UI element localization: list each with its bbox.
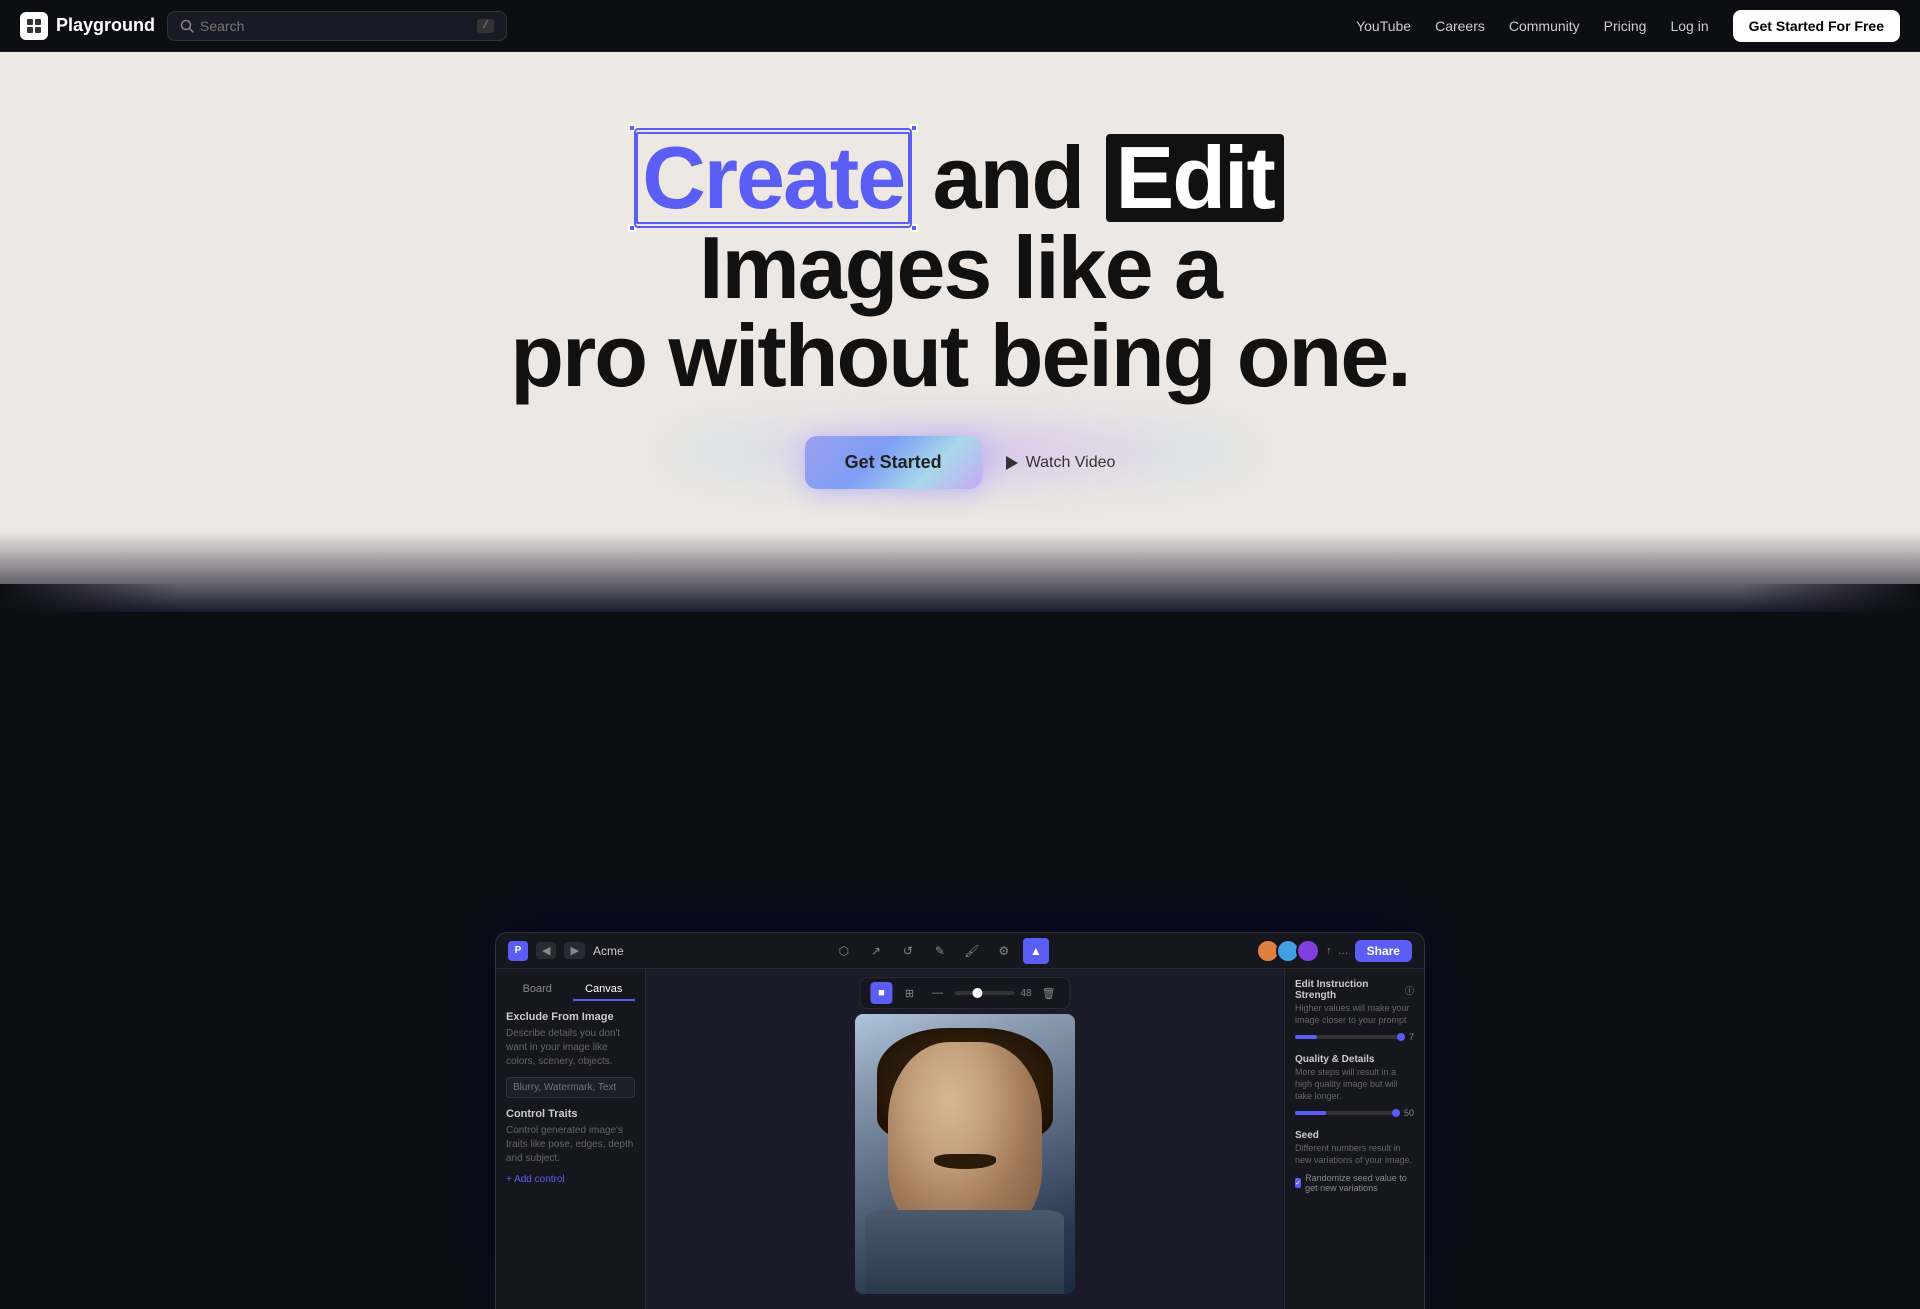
search-shortcut: / [477,19,494,33]
nav-right: YouTube Careers Community Pricing Log in… [1356,10,1900,42]
canvas-slider-icon: — [926,982,948,1004]
quality-desc: More steps will result in a high quality… [1295,1067,1414,1102]
mockup-canvas: ■ ⊞ — 48 🗑 [646,969,1284,1309]
mockup-back-button[interactable]: ◀ [536,942,556,959]
search-input[interactable] [200,18,471,34]
canvas-slider[interactable] [954,991,1014,995]
edit-strength-section: Edit Instruction Strength ⓘ Higher value… [1295,979,1414,1042]
play-icon [1006,456,1018,470]
mockup-body: Board Canvas Exclude From Image Describe… [496,969,1424,1309]
exclude-section-title: Exclude From Image [506,1011,635,1023]
canvas-tool-grid[interactable]: ⊞ [898,982,920,1004]
nav-link-pricing[interactable]: Pricing [1604,18,1647,34]
tool-active-icon[interactable]: ▲ [1023,938,1049,964]
app-mockup: P ◀ ▶ Acme ⬡ ↗ ↺ ✎ 🖌 ⚙ ▲ ↑ [495,932,1425,1309]
share-button[interactable]: Share [1355,940,1412,962]
edit-strength-title: Edit Instruction Strength ⓘ [1295,979,1414,1001]
get-started-button[interactable]: Get Started [805,436,982,489]
nav-logo[interactable]: Playground [20,12,155,40]
nav-link-community[interactable]: Community [1509,18,1580,34]
edit-strength-value: 7 [1409,1032,1414,1042]
mockup-topbar-right: ↑ … Share [1256,939,1412,963]
mockup-tabs: Board Canvas [506,979,635,1001]
seed-title: Seed [1295,1130,1414,1141]
tab-board[interactable]: Board [506,979,569,1001]
headline-create-word: Create [636,132,910,224]
portrait-mustache [934,1154,996,1170]
nav-left: Playground / [20,11,507,41]
hero-buttons: Get Started Watch Video [805,436,1116,489]
exclude-section-desc: Describe details you don't want in your … [506,1027,635,1069]
tool-edit-icon[interactable]: ✎ [927,938,953,964]
canvas-tool-active[interactable]: ■ [870,982,892,1004]
quality-slider-row: 50 [1295,1108,1414,1118]
mockup-topbar: P ◀ ▶ Acme ⬡ ↗ ↺ ✎ 🖌 ⚙ ▲ ↑ [496,933,1424,969]
mockup-logo: P [508,941,528,961]
seed-desc: Different numbers result in new variatio… [1295,1143,1414,1166]
edit-strength-slider[interactable] [1295,1035,1405,1039]
edit-strength-thumb [1397,1033,1405,1041]
mockup-project-name: Acme [593,944,624,958]
mockup-topbar-left: P ◀ ▶ Acme [508,941,624,961]
tool-share-icon[interactable]: ⬡ [831,938,857,964]
nav-link-youtube[interactable]: YouTube [1356,18,1411,34]
info-icon-1: ⓘ [1405,984,1414,997]
tool-undo-icon[interactable]: ↺ [895,938,921,964]
topbar-more-icon: … [1338,945,1349,957]
bottom-spacer [0,612,1920,812]
exclude-input[interactable] [506,1077,635,1098]
topbar-action-icon: ↑ [1326,945,1332,957]
quality-slider[interactable] [1295,1111,1400,1115]
seed-section: Seed Different numbers result in new var… [1295,1130,1414,1192]
avatar-stack [1256,939,1320,963]
headline-and: and [910,128,1105,227]
portrait-face [888,1042,1042,1238]
canvas-slider-value: 48 [1020,988,1031,999]
edit-strength-fill [1295,1035,1317,1039]
headline-edit-word: Edit [1106,134,1284,222]
add-control-button[interactable]: + Add control [506,1174,635,1185]
quality-value: 50 [1404,1108,1414,1118]
mockup-left-panel: Board Canvas Exclude From Image Describe… [496,969,646,1309]
canvas-tool-trash[interactable]: 🗑 [1038,982,1060,1004]
hero-headline: Create and Edit Images like apro without… [510,132,1410,400]
mockup-forward-button[interactable]: ▶ [564,942,584,959]
search-box[interactable]: / [167,11,507,41]
control-section-title: Control Traits [506,1108,635,1120]
tool-cursor-icon[interactable]: ↗ [863,938,889,964]
quality-title: Quality & Details [1295,1054,1414,1065]
quality-section: Quality & Details More steps will result… [1295,1054,1414,1118]
navbar: Playground / YouTube Careers Community P… [0,0,1920,52]
canvas-image [855,1014,1075,1294]
tab-canvas[interactable]: Canvas [573,979,636,1001]
search-icon [180,19,194,33]
portrait-art [855,1014,1075,1294]
headline-create-text: Create [642,134,904,222]
tool-settings-icon[interactable]: ⚙ [991,938,1017,964]
edit-strength-desc: Higher values will make your image close… [1295,1003,1414,1026]
login-button[interactable]: Log in [1670,18,1708,34]
mockup-section: P ◀ ▶ Acme ⬡ ↗ ↺ ✎ 🖌 ⚙ ▲ ↑ [0,532,1920,612]
mockup-topbar-center: ⬡ ↗ ↺ ✎ 🖌 ⚙ ▲ [831,938,1049,964]
watch-video-button[interactable]: Watch Video [1006,454,1116,472]
nav-link-careers[interactable]: Careers [1435,18,1485,34]
portrait-jacket [866,1210,1064,1294]
hero-transition [0,532,1920,612]
hero-section: Create and Edit Images like apro without… [0,52,1920,532]
control-section-desc: Control generated image's traits like po… [506,1124,635,1166]
quality-fill [1295,1111,1326,1115]
edit-strength-slider-row: 7 [1295,1032,1414,1042]
seed-checkbox-row: Randomize seed value to get new variatio… [1295,1173,1414,1193]
logo-icon [20,12,48,40]
get-started-free-button[interactable]: Get Started For Free [1733,10,1900,42]
canvas-toolbar: ■ ⊞ — 48 🗑 [859,977,1070,1009]
mockup-right-panel: Edit Instruction Strength ⓘ Higher value… [1284,969,1424,1309]
quality-thumb [1392,1109,1400,1117]
seed-checkbox-label: Randomize seed value to get new variatio… [1305,1173,1414,1193]
seed-checkbox[interactable] [1295,1178,1301,1188]
avatar-3 [1296,939,1320,963]
tool-brush-icon[interactable]: 🖌 [959,938,985,964]
